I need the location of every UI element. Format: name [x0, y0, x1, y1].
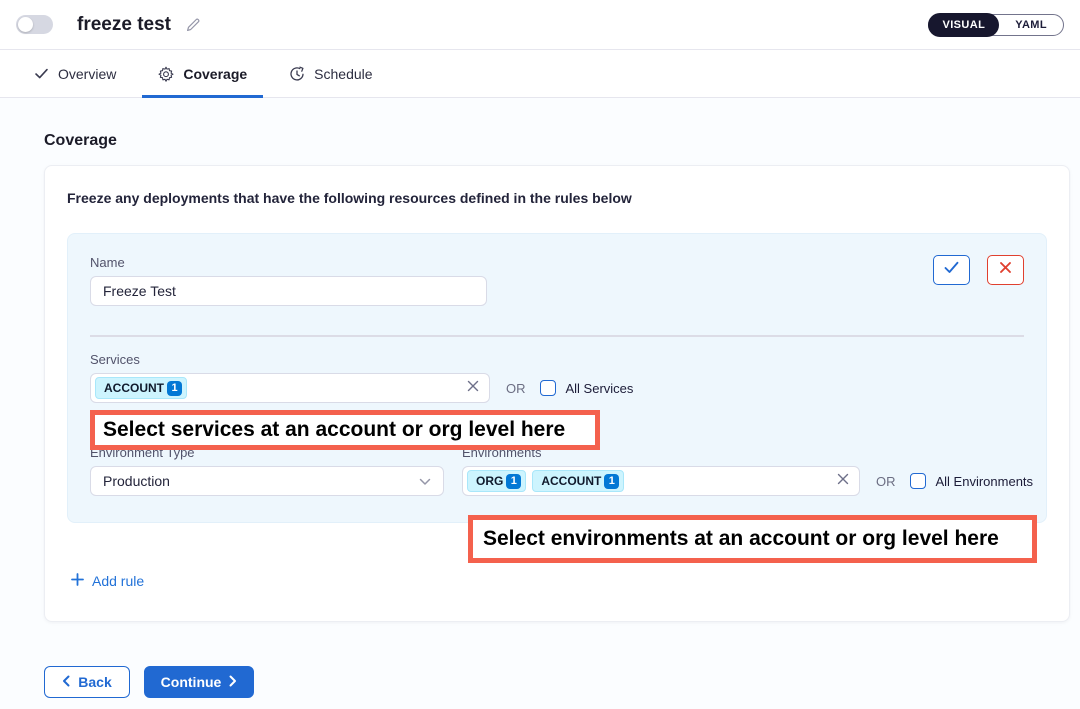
rule-name-row: Name	[90, 255, 1024, 306]
tag-label: ACCOUNT	[541, 474, 601, 488]
services-annotation-callout: Select services at an account or org lev…	[90, 410, 600, 450]
tab-label: Overview	[58, 66, 116, 82]
environment-row: Environment Type Production Environments	[90, 445, 1024, 496]
freeze-studio-page: freeze test VISUAL YAML Overview Coverag…	[0, 0, 1080, 709]
tag-label: ACCOUNT	[104, 381, 164, 395]
tab-label: Coverage	[183, 66, 247, 82]
tab-coverage[interactable]: Coverage	[142, 50, 263, 97]
header: freeze test VISUAL YAML	[0, 0, 1080, 50]
services-label: Services	[90, 352, 1024, 367]
clear-icon[interactable]	[467, 379, 479, 397]
tab-bar: Overview Coverage Schedule	[0, 50, 1080, 98]
environments-or-label: OR	[876, 474, 896, 489]
tag-count-badge: 1	[506, 474, 521, 489]
environment-tag-account[interactable]: ACCOUNT 1	[532, 470, 624, 492]
name-input[interactable]	[90, 276, 487, 306]
check-icon	[944, 261, 959, 279]
name-field-group: Name	[90, 255, 487, 306]
chevron-right-icon	[229, 674, 237, 690]
services-multiselect[interactable]: ACCOUNT 1	[90, 373, 490, 403]
environment-tag-org[interactable]: ORG 1	[467, 470, 526, 492]
service-tag-account[interactable]: ACCOUNT 1	[95, 377, 187, 399]
back-button[interactable]: Back	[44, 666, 130, 698]
clear-icon[interactable]	[837, 472, 849, 490]
plus-icon	[71, 573, 84, 589]
chevron-down-icon	[419, 473, 431, 489]
environments-row-inner: ORG 1 ACCOUNT 1	[462, 466, 1033, 496]
add-rule-label: Add rule	[92, 573, 144, 589]
cancel-rule-button[interactable]	[987, 255, 1024, 285]
rule-card: Name	[67, 233, 1047, 523]
tag-label: ORG	[476, 474, 503, 488]
back-label: Back	[78, 674, 111, 690]
visual-yaml-toggle: VISUAL YAML	[928, 14, 1064, 36]
page-title: freeze test	[77, 14, 171, 36]
yaml-mode-button[interactable]: YAML	[999, 19, 1063, 31]
all-services-label: All Services	[566, 381, 634, 396]
close-icon	[999, 261, 1012, 279]
environment-type-value: Production	[103, 473, 170, 489]
tab-schedule[interactable]: Schedule	[273, 50, 388, 97]
continue-button[interactable]: Continue	[144, 666, 254, 698]
environment-type-select[interactable]: Production	[90, 466, 444, 496]
toggle-knob	[18, 17, 33, 32]
schedule-clock-icon	[289, 66, 305, 82]
chevron-left-icon	[62, 674, 70, 690]
gear-icon	[158, 66, 174, 82]
all-services-checkbox[interactable]	[540, 380, 556, 396]
visual-mode-button[interactable]: VISUAL	[928, 13, 999, 37]
edit-pencil-icon[interactable]	[185, 17, 201, 33]
rule-divider	[90, 335, 1024, 337]
coverage-heading: Coverage	[44, 132, 1036, 150]
tag-count-badge: 1	[167, 381, 182, 396]
name-label: Name	[90, 255, 487, 270]
coverage-card: Freeze any deployments that have the fol…	[44, 165, 1070, 622]
coverage-description: Freeze any deployments that have the fol…	[67, 190, 1047, 206]
check-icon	[34, 66, 49, 81]
services-or-label: OR	[506, 381, 526, 396]
add-rule-button[interactable]: Add rule	[71, 573, 144, 589]
freeze-enable-toggle[interactable]	[16, 15, 53, 34]
environments-annotation-callout: Select environments at an account or org…	[468, 515, 1037, 563]
all-environments-label: All Environments	[936, 474, 1034, 489]
tag-count-badge: 1	[604, 474, 619, 489]
environment-type-group: Environment Type Production	[90, 445, 444, 496]
continue-label: Continue	[161, 674, 222, 690]
rule-edit-actions	[933, 255, 1024, 285]
all-environments-checkbox[interactable]	[910, 473, 926, 489]
footer-actions: Back Continue	[44, 666, 1036, 698]
main-content: Coverage Freeze any deployments that hav…	[0, 98, 1080, 698]
tab-overview[interactable]: Overview	[18, 50, 132, 97]
services-row: ACCOUNT 1 OR All Services	[90, 373, 1024, 403]
tab-label: Schedule	[314, 66, 372, 82]
environments-group: Environments ORG 1 ACCOUNT 1	[462, 445, 1033, 496]
environments-multiselect[interactable]: ORG 1 ACCOUNT 1	[462, 466, 860, 496]
confirm-rule-button[interactable]	[933, 255, 970, 285]
